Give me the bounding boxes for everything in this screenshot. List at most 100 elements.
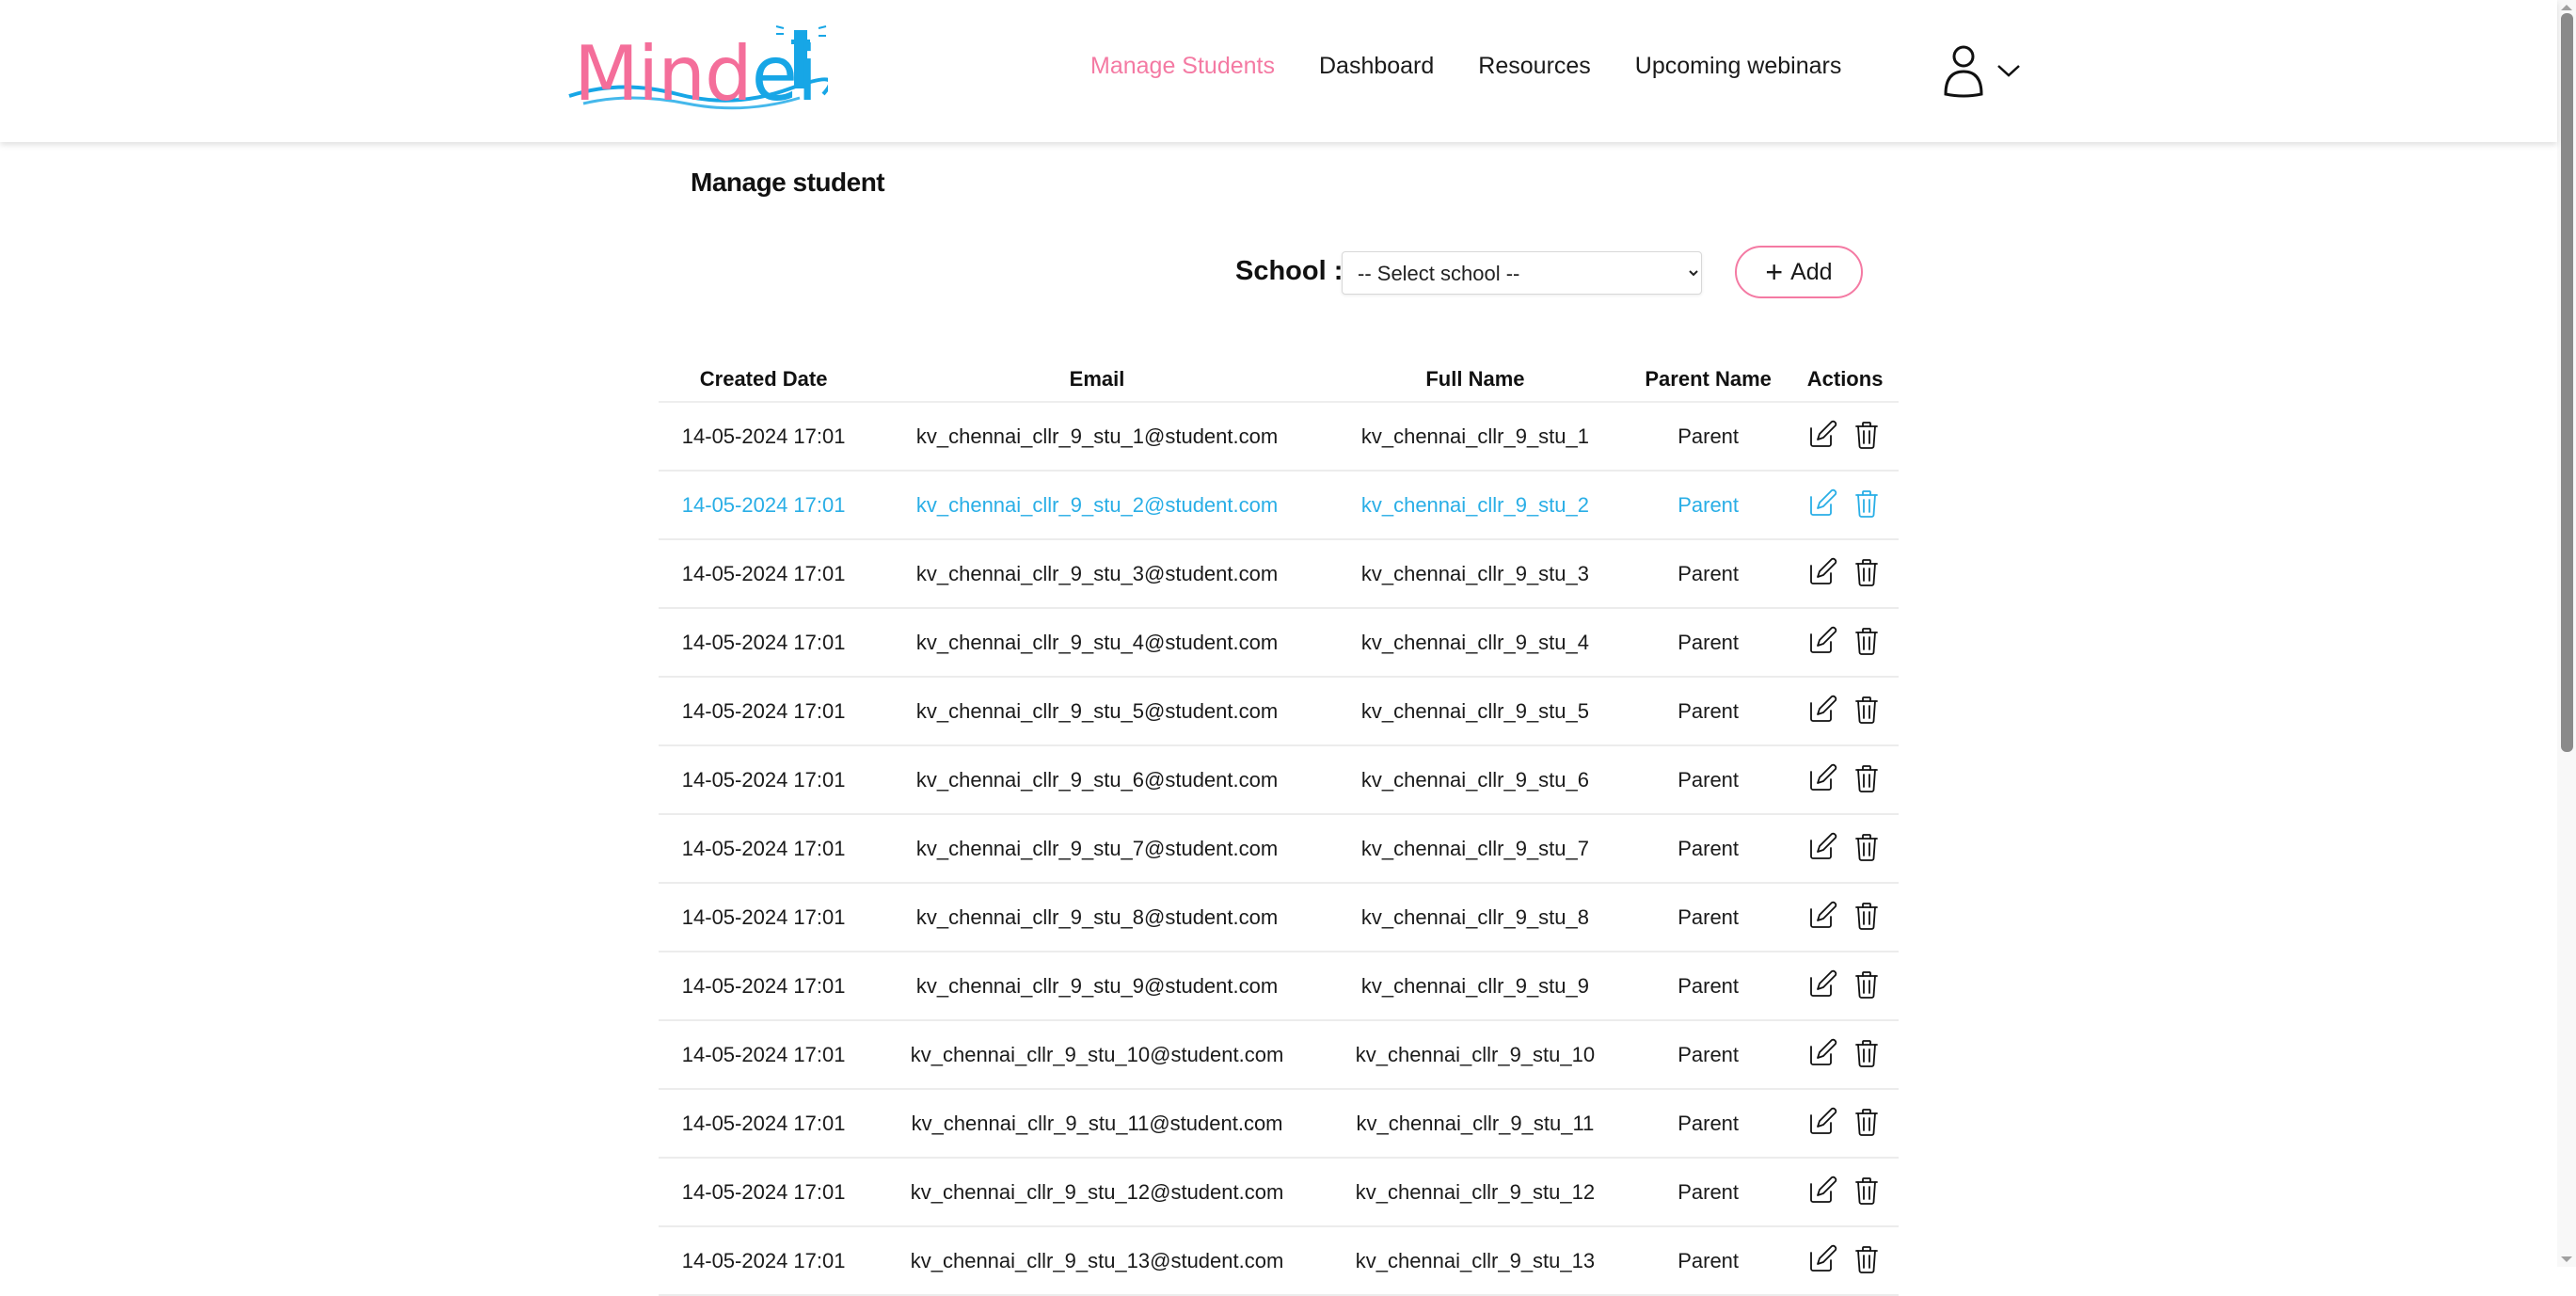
trash-icon[interactable]: [1851, 1105, 1883, 1137]
table-row[interactable]: 14-05-2024 17:01 kv_chennai_cllr_9_stu_11…: [659, 1089, 1899, 1159]
edit-icon[interactable]: [1807, 830, 1839, 862]
cell-full-name: kv_chennai_cllr_9_stu_9: [1325, 952, 1626, 1021]
col-actions: Actions: [1791, 358, 1899, 403]
cell-email: kv_chennai_cllr_9_stu_4@student.com: [868, 608, 1326, 678]
user-menu[interactable]: [1942, 43, 2021, 98]
col-full-name[interactable]: Full Name: [1325, 358, 1626, 403]
cell-created-date: 14-05-2024 17:01: [659, 471, 869, 540]
cell-email: kv_chennai_cllr_9_stu_11@student.com: [868, 1089, 1326, 1159]
cell-created-date: 14-05-2024 17:01: [659, 402, 869, 472]
cell-created-date: 14-05-2024 17:01: [659, 539, 869, 609]
edit-icon[interactable]: [1807, 761, 1839, 793]
trash-icon[interactable]: [1851, 830, 1883, 862]
col-parent-name[interactable]: Parent Name: [1625, 358, 1792, 403]
cell-actions: [1791, 1089, 1899, 1159]
edit-icon[interactable]: [1807, 624, 1839, 656]
col-created-date[interactable]: Created Date: [659, 358, 869, 403]
cell-email: kv_chennai_cllr_9_stu_10@student.com: [868, 1020, 1326, 1090]
cell-full-name: kv_chennai_cllr_9_stu_10: [1325, 1020, 1626, 1090]
trash-icon[interactable]: [1851, 555, 1883, 587]
cell-created-date: 14-05-2024 17:01: [659, 608, 869, 678]
table-row[interactable]: 14-05-2024 17:01 kv_chennai_cllr_9_stu_7@…: [659, 814, 1899, 884]
cell-parent-name: Parent: [1625, 539, 1792, 609]
cell-created-date: 14-05-2024 17:01: [659, 1226, 869, 1296]
cell-parent-name: Parent: [1625, 745, 1792, 815]
row-actions: [1807, 899, 1883, 931]
cell-full-name: kv_chennai_cllr_9_stu_1: [1325, 402, 1626, 472]
table-row[interactable]: 14-05-2024 17:01 kv_chennai_cllr_9_stu_2@…: [659, 471, 1899, 540]
cell-email: kv_chennai_cllr_9_stu_13@student.com: [868, 1226, 1326, 1296]
scroll-down-arrow[interactable]: [2561, 1256, 2572, 1262]
edit-icon[interactable]: [1807, 1105, 1839, 1137]
edit-icon[interactable]: [1807, 1036, 1839, 1068]
nav-manage-students[interactable]: Manage Students: [1090, 53, 1275, 80]
scroll-up-arrow[interactable]: [2561, 5, 2572, 10]
table-row[interactable]: 14-05-2024 17:01 kv_chennai_cllr_9_stu_13…: [659, 1226, 1899, 1296]
school-label: School :: [1235, 256, 1344, 286]
cell-created-date: 14-05-2024 17:01: [659, 1020, 869, 1090]
table-header-row: Created Date Email Full Name Parent Name…: [659, 358, 1899, 403]
cell-full-name: kv_chennai_cllr_9_stu_8: [1325, 883, 1626, 952]
cell-created-date: 14-05-2024 17:01: [659, 745, 869, 815]
trash-icon[interactable]: [1851, 968, 1883, 1000]
edit-icon[interactable]: [1807, 968, 1839, 1000]
edit-icon[interactable]: [1807, 555, 1839, 587]
trash-icon[interactable]: [1851, 1174, 1883, 1206]
cell-parent-name: Parent: [1625, 677, 1792, 746]
cell-parent-name: Parent: [1625, 402, 1792, 472]
trash-icon[interactable]: [1851, 693, 1883, 725]
nav-resources[interactable]: Resources: [1478, 53, 1591, 80]
edit-icon[interactable]: [1807, 899, 1839, 931]
cell-created-date: 14-05-2024 17:01: [659, 883, 869, 952]
logo-text: Mindei: [574, 30, 818, 118]
col-email[interactable]: Email: [868, 358, 1326, 403]
top-navbar: Mindei Manage Students Dashboard Resourc…: [0, 0, 2557, 142]
cell-created-date: 14-05-2024 17:01: [659, 677, 869, 746]
table-row[interactable]: 14-05-2024 17:01 kv_chennai_cllr_9_stu_6@…: [659, 745, 1899, 815]
table-row[interactable]: 14-05-2024 17:01 kv_chennai_cllr_9_stu_4@…: [659, 608, 1899, 678]
row-actions: [1807, 830, 1883, 862]
school-select[interactable]: -- Select school --: [1342, 251, 1702, 295]
table-row[interactable]: 14-05-2024 17:01 kv_chennai_cllr_9_stu_12…: [659, 1158, 1899, 1227]
cell-full-name: kv_chennai_cllr_9_stu_6: [1325, 745, 1626, 815]
edit-icon[interactable]: [1807, 1174, 1839, 1206]
cell-created-date: 14-05-2024 17:01: [659, 1089, 869, 1159]
cell-full-name: kv_chennai_cllr_9_stu_11: [1325, 1089, 1626, 1159]
table-row[interactable]: 14-05-2024 17:01 kv_chennai_cllr_9_stu_1@…: [659, 402, 1899, 472]
table-row[interactable]: 14-05-2024 17:01 kv_chennai_cllr_9_stu_9@…: [659, 952, 1899, 1021]
cell-parent-name: Parent: [1625, 814, 1792, 884]
edit-icon[interactable]: [1807, 487, 1839, 519]
add-student-button[interactable]: + Add: [1735, 246, 1863, 298]
cell-actions: [1791, 677, 1899, 746]
vertical-scrollbar[interactable]: [2557, 0, 2576, 1267]
table-row[interactable]: 14-05-2024 17:01 kv_chennai_cllr_9_stu_10…: [659, 1020, 1899, 1090]
trash-icon[interactable]: [1851, 1242, 1883, 1274]
nav-dashboard[interactable]: Dashboard: [1319, 53, 1434, 80]
cell-actions: [1791, 1158, 1899, 1227]
cell-actions: [1791, 883, 1899, 952]
nav-upcoming-webinars[interactable]: Upcoming webinars: [1635, 53, 1842, 80]
row-actions: [1807, 1242, 1883, 1274]
table-row[interactable]: 14-05-2024 17:01 kv_chennai_cllr_9_stu_3@…: [659, 539, 1899, 609]
edit-icon[interactable]: [1807, 693, 1839, 725]
trash-icon[interactable]: [1851, 761, 1883, 793]
cell-created-date: 14-05-2024 17:01: [659, 814, 869, 884]
cell-actions: [1791, 1020, 1899, 1090]
trash-icon[interactable]: [1851, 487, 1883, 519]
mindei-logo[interactable]: Mindei: [564, 13, 833, 118]
cell-actions: [1791, 471, 1899, 540]
cell-full-name: kv_chennai_cllr_9_stu_2: [1325, 471, 1626, 540]
students-table: Created Date Email Full Name Parent Name…: [659, 358, 1899, 1296]
cell-actions: [1791, 814, 1899, 884]
scroll-thumb[interactable]: [2561, 13, 2573, 752]
cell-parent-name: Parent: [1625, 952, 1792, 1021]
cell-parent-name: Parent: [1625, 883, 1792, 952]
edit-icon[interactable]: [1807, 1242, 1839, 1274]
edit-icon[interactable]: [1807, 418, 1839, 450]
trash-icon[interactable]: [1851, 1036, 1883, 1068]
table-row[interactable]: 14-05-2024 17:01 kv_chennai_cllr_9_stu_8@…: [659, 883, 1899, 952]
trash-icon[interactable]: [1851, 624, 1883, 656]
trash-icon[interactable]: [1851, 899, 1883, 931]
trash-icon[interactable]: [1851, 418, 1883, 450]
table-row[interactable]: 14-05-2024 17:01 kv_chennai_cllr_9_stu_5@…: [659, 677, 1899, 746]
